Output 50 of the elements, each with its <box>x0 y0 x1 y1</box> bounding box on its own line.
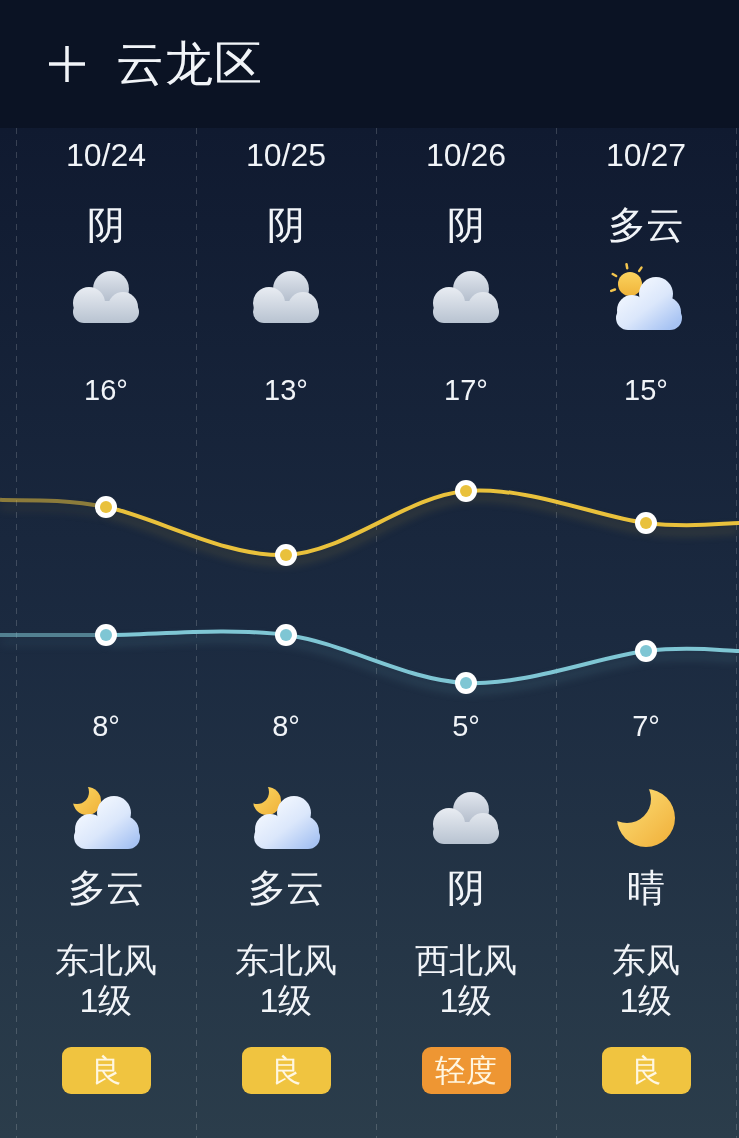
low-temperature-point <box>95 624 117 646</box>
low-temperature: 8° <box>272 709 300 744</box>
forecast-date: 10/27 <box>605 136 687 175</box>
air-quality-badge: 良 <box>61 1047 151 1094</box>
air-quality-badge: 良 <box>601 1047 691 1094</box>
night-condition: 晴 <box>627 866 665 911</box>
high-temperature: 13° <box>264 373 308 408</box>
location-title: 云龙区 <box>116 36 263 92</box>
low-temperature: 5° <box>452 709 480 744</box>
plus-icon[interactable] <box>48 45 86 83</box>
cloud-icon <box>72 270 140 324</box>
night-condition: 多云 <box>248 866 324 911</box>
day-condition: 阴 <box>447 203 485 248</box>
high-temperature-point <box>275 544 297 566</box>
day-condition: 多云 <box>608 203 684 248</box>
wind-level: 1级 <box>259 980 313 1020</box>
low-temperature-point <box>275 624 297 646</box>
forecast-date: 10/25 <box>245 136 327 175</box>
cloud-icon <box>432 270 500 324</box>
day-condition: 阴 <box>87 203 125 248</box>
high-temperature-point <box>455 480 477 502</box>
forecast-date: 10/24 <box>65 136 147 175</box>
sun-cloud-icon <box>609 263 683 331</box>
low-temperature-point <box>455 672 477 694</box>
wind-direction: 东北风 <box>55 940 157 980</box>
cloud-icon <box>252 270 320 324</box>
high-temperature-point <box>95 496 117 518</box>
night-condition: 阴 <box>447 866 485 911</box>
night-condition: 多云 <box>68 866 144 911</box>
high-temperature: 17° <box>444 373 488 408</box>
high-temperature: 15° <box>624 373 668 408</box>
wind-direction: 东北风 <box>235 940 337 980</box>
moon-icon <box>616 788 676 848</box>
wind-level: 1级 <box>439 980 493 1020</box>
forecast-date: 10/26 <box>425 136 507 175</box>
low-temperature: 8° <box>92 709 120 744</box>
air-quality-badge: 良 <box>241 1047 331 1094</box>
low-temperature-point <box>635 640 657 662</box>
day-condition: 阴 <box>267 203 305 248</box>
wind-level: 1级 <box>619 980 673 1020</box>
high-temperature-point <box>635 512 657 534</box>
high-temperature: 16° <box>84 373 128 408</box>
wind-direction: 东风 <box>612 940 680 980</box>
low-temperature: 7° <box>632 709 660 744</box>
air-quality-badge: 轻度 <box>421 1047 511 1094</box>
wind-direction: 西北风 <box>415 940 517 980</box>
moon-cloud-icon <box>71 786 141 850</box>
moon-cloud-icon <box>251 786 321 850</box>
cloud-icon <box>432 791 500 845</box>
wind-level: 1级 <box>79 980 133 1020</box>
